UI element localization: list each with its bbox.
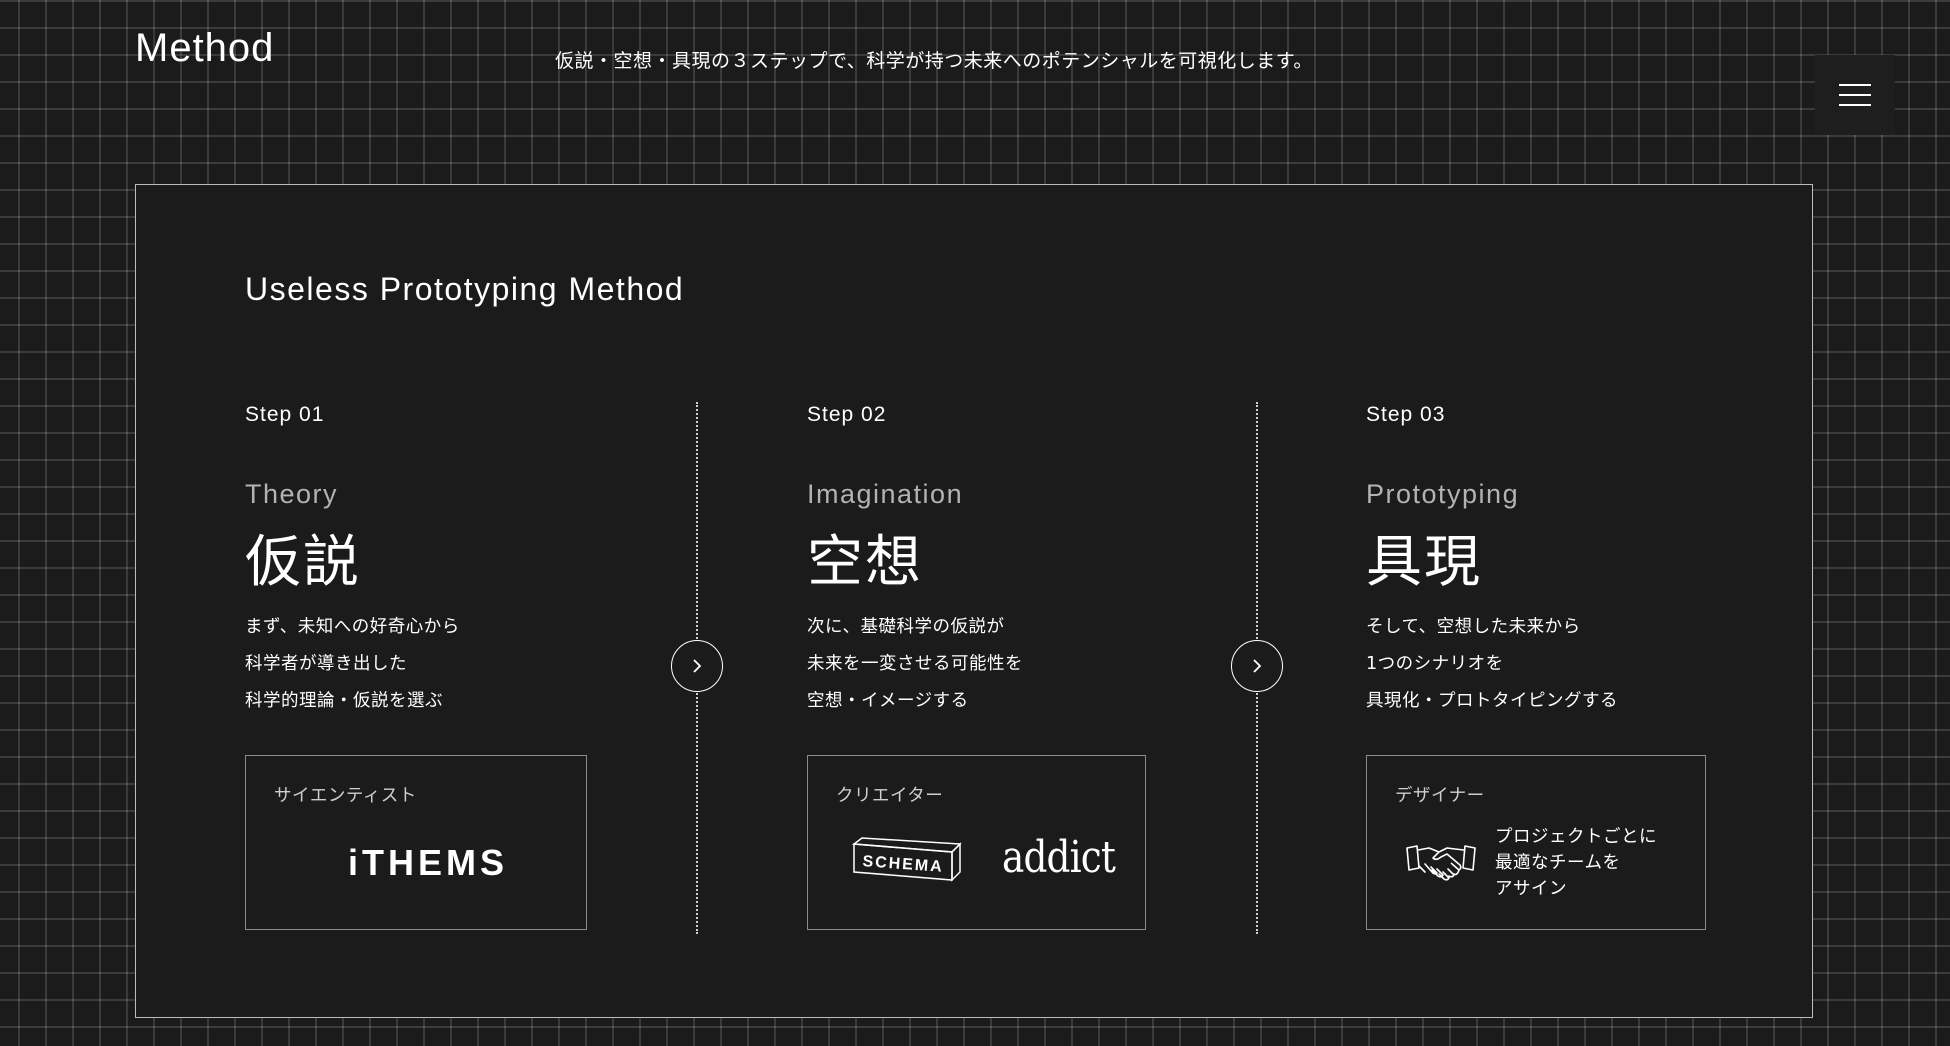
step-japanese-name: 空想: [807, 530, 923, 595]
step-description-line: 科学者が導き出した: [245, 654, 407, 674]
method-panel: Useless Prototyping Method Step 01 Theor…: [135, 184, 1813, 1018]
schema-logo-text: SCHEMA: [862, 853, 944, 876]
card-label: クリエイター: [836, 786, 944, 806]
step-description-line: まず、未知への好奇心から: [245, 617, 460, 637]
team-assign-line: アサイン: [1495, 879, 1567, 899]
step-japanese-name: 具現: [1366, 530, 1482, 595]
team-assign-line: 最適なチームを: [1495, 853, 1621, 873]
team-assign-text: プロジェクトごとに 最適なチームを アサイン: [1495, 824, 1657, 902]
addict-logo: addict: [1002, 832, 1116, 883]
ithems-logo: iTHEMS: [348, 842, 509, 883]
step-description: まず、未知への好奇心から 科学者が導き出した 科学的理論・仮説を選ぶ: [245, 609, 460, 720]
step-description-line: そして、空想した未来から: [1366, 617, 1581, 637]
step-description: 次に、基礎科学の仮説が 未来を一変させる可能性を 空想・イメージする: [807, 609, 1023, 720]
step-number: Step 01: [245, 403, 325, 426]
step-description-line: 空想・イメージする: [807, 691, 969, 711]
step-description-line: 具現化・プロトタイピングする: [1366, 691, 1618, 711]
step-japanese-name: 仮説: [245, 530, 361, 595]
step-number: Step 02: [807, 403, 887, 426]
method-panel-title: Useless Prototyping Method: [245, 271, 685, 307]
chevron-right-icon: [693, 659, 702, 673]
step-description-line: 未来を一変させる可能性を: [807, 654, 1023, 674]
step-description-line: 1つのシナリオを: [1366, 654, 1504, 674]
creator-card: クリエイター SCHEMA addict: [807, 755, 1146, 930]
step-description: そして、空想した未来から 1つのシナリオを 具現化・プロトタイピングする: [1366, 609, 1618, 720]
team-assign-line: プロジェクトごとに: [1495, 827, 1657, 847]
card-label: サイエンティスト: [274, 786, 417, 806]
step-english-name: Imagination: [807, 479, 964, 509]
page-title: Method: [135, 26, 275, 70]
handshake-icon: [1406, 845, 1476, 881]
hamburger-menu-icon-line: [1839, 94, 1871, 96]
next-step-arrow-button[interactable]: [1231, 640, 1283, 692]
step-english-name: Theory: [245, 479, 339, 509]
step-number: Step 03: [1366, 403, 1446, 426]
schema-logo: SCHEMA: [852, 837, 962, 882]
hamburger-menu-button[interactable]: [1815, 55, 1895, 135]
chevron-right-icon: [1253, 659, 1262, 673]
next-step-arrow-button[interactable]: [671, 640, 723, 692]
hamburger-menu-icon-line: [1839, 104, 1871, 106]
step-description-line: 次に、基礎科学の仮説が: [807, 617, 1005, 637]
step-description-line: 科学的理論・仮説を選ぶ: [245, 691, 443, 711]
scientist-card: サイエンティスト iTHEMS: [245, 755, 587, 930]
card-label: デザイナー: [1395, 786, 1485, 806]
hamburger-menu-icon-line: [1839, 84, 1871, 86]
step-english-name: Prototyping: [1366, 479, 1520, 509]
page-tagline: 仮説・空想・具現の３ステップで、科学が持つ未来へのポテンシャルを可視化します。: [555, 50, 1313, 72]
designer-card: デザイナー プロジェクトごとに 最適なチームを アサイン: [1366, 755, 1706, 930]
